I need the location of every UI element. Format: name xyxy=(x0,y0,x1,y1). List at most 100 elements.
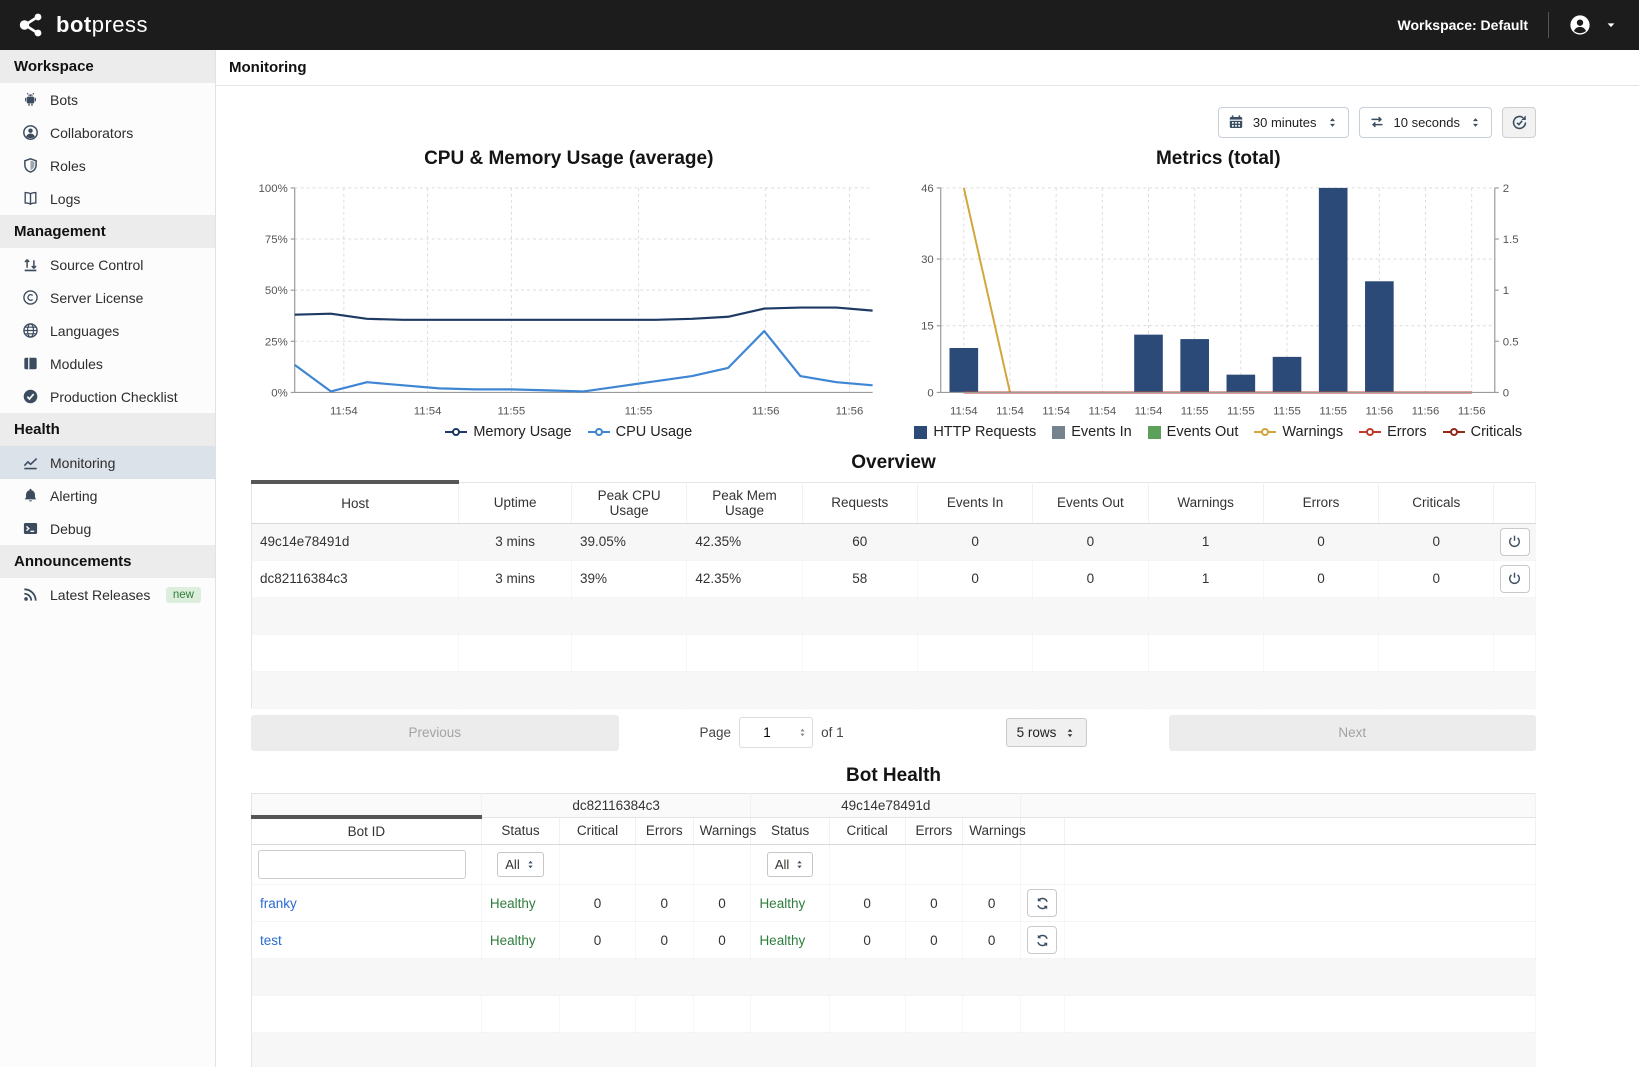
svg-text:11:56: 11:56 xyxy=(752,405,780,417)
column-header-errors[interactable]: Errors xyxy=(1263,482,1378,523)
chevron-down-icon[interactable] xyxy=(1605,19,1617,31)
column-header-warnings[interactable]: Warnings xyxy=(693,817,751,845)
auto-refresh-button[interactable] xyxy=(1502,107,1536,138)
sidebar-section-health: Health xyxy=(0,413,215,446)
sidebar-item-production-checklist[interactable]: Production Checklist xyxy=(0,380,215,413)
column-header-status[interactable]: Status xyxy=(481,817,559,845)
column-header-errors[interactable]: Errors xyxy=(905,817,963,845)
sidebar-section-workspace: Workspace xyxy=(0,50,215,83)
rss-icon xyxy=(22,586,39,603)
column-header-bot-id[interactable]: Bot ID xyxy=(252,817,482,845)
cell-errors xyxy=(1263,671,1378,708)
cell-errors: 0 xyxy=(635,922,693,959)
refresh-rate-select[interactable]: 10 seconds xyxy=(1359,107,1493,138)
svg-text:2: 2 xyxy=(1502,183,1508,195)
sidebar-item-server-license[interactable]: Server License xyxy=(0,281,215,314)
sidebar-item-languages[interactable]: Languages xyxy=(0,314,215,347)
column-header-uptime[interactable]: Uptime xyxy=(459,482,572,523)
select-arrows-icon xyxy=(1064,727,1076,739)
cell-criticals xyxy=(1379,597,1494,634)
filter-cell xyxy=(829,845,905,885)
cell-criticals: 0 xyxy=(1379,523,1494,560)
next-page-button[interactable]: Next xyxy=(1169,715,1537,751)
sidebar-item-collaborators[interactable]: Collaborators xyxy=(0,116,215,149)
power-button[interactable] xyxy=(1500,528,1530,556)
column-header-warnings[interactable]: Warnings xyxy=(1148,482,1263,523)
column-header-errors[interactable]: Errors xyxy=(635,817,693,845)
cell-uptime: 3 mins xyxy=(459,560,572,597)
legend-label: Events In xyxy=(1071,424,1131,440)
legend-label: HTTP Requests xyxy=(933,424,1036,440)
sidebar-item-roles[interactable]: Roles xyxy=(0,149,215,182)
status-filter-select[interactable]: All xyxy=(497,852,543,877)
table-row xyxy=(252,1033,1536,1067)
sidebar-item-alerting[interactable]: Alerting xyxy=(0,479,215,512)
sidebar-item-latest-releases[interactable]: Latest Releasesnew xyxy=(0,578,215,611)
cell-uptime xyxy=(459,597,572,634)
sidebar-item-monitoring[interactable]: Monitoring xyxy=(0,446,215,479)
column-header-peak-mem-usage[interactable]: Peak Mem Usage xyxy=(687,482,802,523)
terminal-icon xyxy=(22,520,39,537)
brand-light: press xyxy=(92,12,148,37)
cell-warnings: 0 xyxy=(693,922,751,959)
user-avatar-icon[interactable] xyxy=(1569,14,1591,36)
bot-id-filter-input[interactable] xyxy=(258,850,466,879)
column-header-requests[interactable]: Requests xyxy=(802,482,917,523)
sidebar-item-source-control[interactable]: Source Control xyxy=(0,248,215,281)
legend-label: Memory Usage xyxy=(473,424,571,440)
page-spinner-icon[interactable] xyxy=(797,726,808,739)
cell-requests xyxy=(802,671,917,708)
status-filter-value: All xyxy=(775,857,789,872)
sidebar-item-bots[interactable]: Bots xyxy=(0,83,215,116)
table-row: 49c14e78491d3 mins39.05%42.35%6000100 xyxy=(252,523,1536,560)
column-header-empty xyxy=(1021,817,1065,845)
refresh-bot-button[interactable] xyxy=(1027,926,1057,954)
check-circle-icon xyxy=(22,388,39,405)
cell-errors xyxy=(1263,634,1378,671)
cell-warnings xyxy=(963,959,1021,996)
column-header-events-out[interactable]: Events Out xyxy=(1033,482,1148,523)
filter-cell xyxy=(1021,845,1065,885)
time-range-select[interactable]: 30 minutes xyxy=(1218,107,1349,138)
column-header-critical[interactable]: Critical xyxy=(829,817,905,845)
sidebar-item-logs[interactable]: Logs xyxy=(0,182,215,215)
column-header-events-in[interactable]: Events In xyxy=(917,482,1032,523)
column-header-warnings[interactable]: Warnings xyxy=(963,817,1021,845)
bot-link[interactable]: test xyxy=(260,933,282,948)
cell-errors xyxy=(635,996,693,1033)
metrics-chart-title: Metrics (total) xyxy=(901,148,1537,170)
book-icon xyxy=(22,190,39,207)
legend-swatch xyxy=(1443,427,1465,437)
rows-per-page-select[interactable]: 5 rows xyxy=(1006,718,1088,747)
sidebar-item-debug[interactable]: Debug xyxy=(0,512,215,545)
column-header-status[interactable]: Status xyxy=(751,817,829,845)
sidebar-item-label: Roles xyxy=(50,158,86,174)
column-header-criticals[interactable]: Criticals xyxy=(1379,482,1494,523)
source-control-icon xyxy=(22,256,39,273)
column-header-host[interactable]: Host xyxy=(252,482,459,523)
svg-text:11:56: 11:56 xyxy=(1365,405,1393,417)
sidebar-item-label: Alerting xyxy=(50,488,97,504)
legend-item: Warnings xyxy=(1254,424,1343,440)
legend-item: HTTP Requests xyxy=(914,424,1036,440)
refresh-bot-button[interactable] xyxy=(1027,889,1057,917)
column-header-peak-cpu-usage[interactable]: Peak CPU Usage xyxy=(572,482,687,523)
previous-page-button[interactable]: Previous xyxy=(251,715,619,751)
cell-critical xyxy=(829,1033,905,1067)
power-button[interactable] xyxy=(1500,565,1530,593)
chart-line-icon xyxy=(22,454,39,471)
bot-link[interactable]: franky xyxy=(260,896,297,911)
cell-status: Healthy xyxy=(481,885,559,922)
cell-filler xyxy=(1064,885,1535,922)
sidebar-section-management: Management xyxy=(0,215,215,248)
brand: botpress xyxy=(16,10,148,40)
cell-events-out xyxy=(1033,634,1148,671)
metrics-chart-legend: HTTP RequestsEvents InEvents OutWarnings… xyxy=(901,424,1537,440)
cpu-memory-chart-title: CPU & Memory Usage (average) xyxy=(251,148,887,170)
cell-criticals xyxy=(1379,671,1494,708)
cell-critical xyxy=(829,959,905,996)
cell-uptime xyxy=(459,671,572,708)
column-header-critical[interactable]: Critical xyxy=(560,817,636,845)
status-filter-select[interactable]: All xyxy=(767,852,813,877)
sidebar-item-modules[interactable]: Modules xyxy=(0,347,215,380)
